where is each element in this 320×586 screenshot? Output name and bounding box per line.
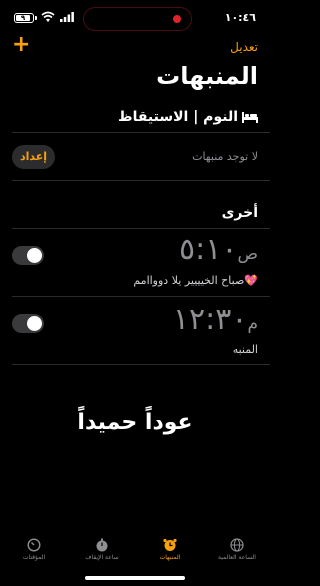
battery-tip xyxy=(35,16,37,20)
alarm-time[interactable]: ص٥:١٠ xyxy=(179,232,258,267)
alarm-time[interactable]: م١٢:٣٠ xyxy=(173,302,258,337)
tab-label: الساعة العالمية xyxy=(218,554,256,561)
globe-icon xyxy=(230,538,244,552)
home-indicator xyxy=(85,576,185,580)
recording-indicator-icon xyxy=(173,15,181,23)
wifi-icon xyxy=(41,11,55,22)
other-section-title: أخرى xyxy=(221,205,258,221)
divider xyxy=(12,180,270,181)
alarm-time-value: ١٢:٣٠ xyxy=(172,302,248,337)
sleep-section-label: النوم | الاستيقاظ xyxy=(118,109,238,125)
status-time: ١٠:٤٦ xyxy=(224,11,256,24)
tab-stopwatch[interactable]: ساعة الإيقاف xyxy=(72,538,132,561)
tab-timers[interactable]: المؤقتات xyxy=(4,538,64,561)
tab-alarms[interactable]: المنبهات xyxy=(140,538,200,561)
timer-icon xyxy=(27,538,41,552)
battery-icon: ٩ xyxy=(14,13,34,23)
alarm-toggle[interactable] xyxy=(12,246,44,265)
welcome-back-text: عوداً حميداً xyxy=(77,410,193,435)
toggle-knob xyxy=(27,248,42,263)
add-alarm-button[interactable]: + xyxy=(12,34,30,56)
cellular-signal-icon xyxy=(60,12,74,22)
bed-icon xyxy=(242,112,258,123)
dynamic-island xyxy=(83,7,192,31)
divider xyxy=(12,364,270,365)
tab-label: ساعة الإيقاف xyxy=(85,554,119,561)
alarm-ampm: م xyxy=(247,314,258,334)
toggle-knob xyxy=(27,316,42,331)
tab-label: المنبهات xyxy=(159,554,181,561)
stopwatch-icon xyxy=(96,538,108,552)
divider xyxy=(12,228,270,229)
setup-button[interactable]: إعداد xyxy=(12,145,55,169)
tab-label: المؤقتات xyxy=(22,554,46,561)
no-alarms-text: لا توجد منبهات xyxy=(192,150,258,163)
edit-button[interactable]: تعديل xyxy=(230,40,258,54)
status-bar: ٩ ١٠:٤٦ xyxy=(0,0,270,34)
tab-world-clock[interactable]: الساعة العالمية xyxy=(207,538,267,561)
page-title: المنبهات xyxy=(156,62,258,90)
alarm-clock-icon xyxy=(163,538,177,551)
alarm-toggle[interactable] xyxy=(12,314,44,333)
sleep-section-title: النوم | الاستيقاظ xyxy=(118,109,258,125)
alarm-label: المنبه xyxy=(232,343,258,356)
divider xyxy=(12,296,270,297)
alarm-time-value: ٥:١٠ xyxy=(178,232,238,267)
alarm-label: صباح الخيييير يلا دوواامم💖 xyxy=(133,274,258,287)
divider xyxy=(12,132,270,133)
alarm-ampm: ص xyxy=(237,244,258,264)
battery-level: ٩ xyxy=(16,15,30,22)
